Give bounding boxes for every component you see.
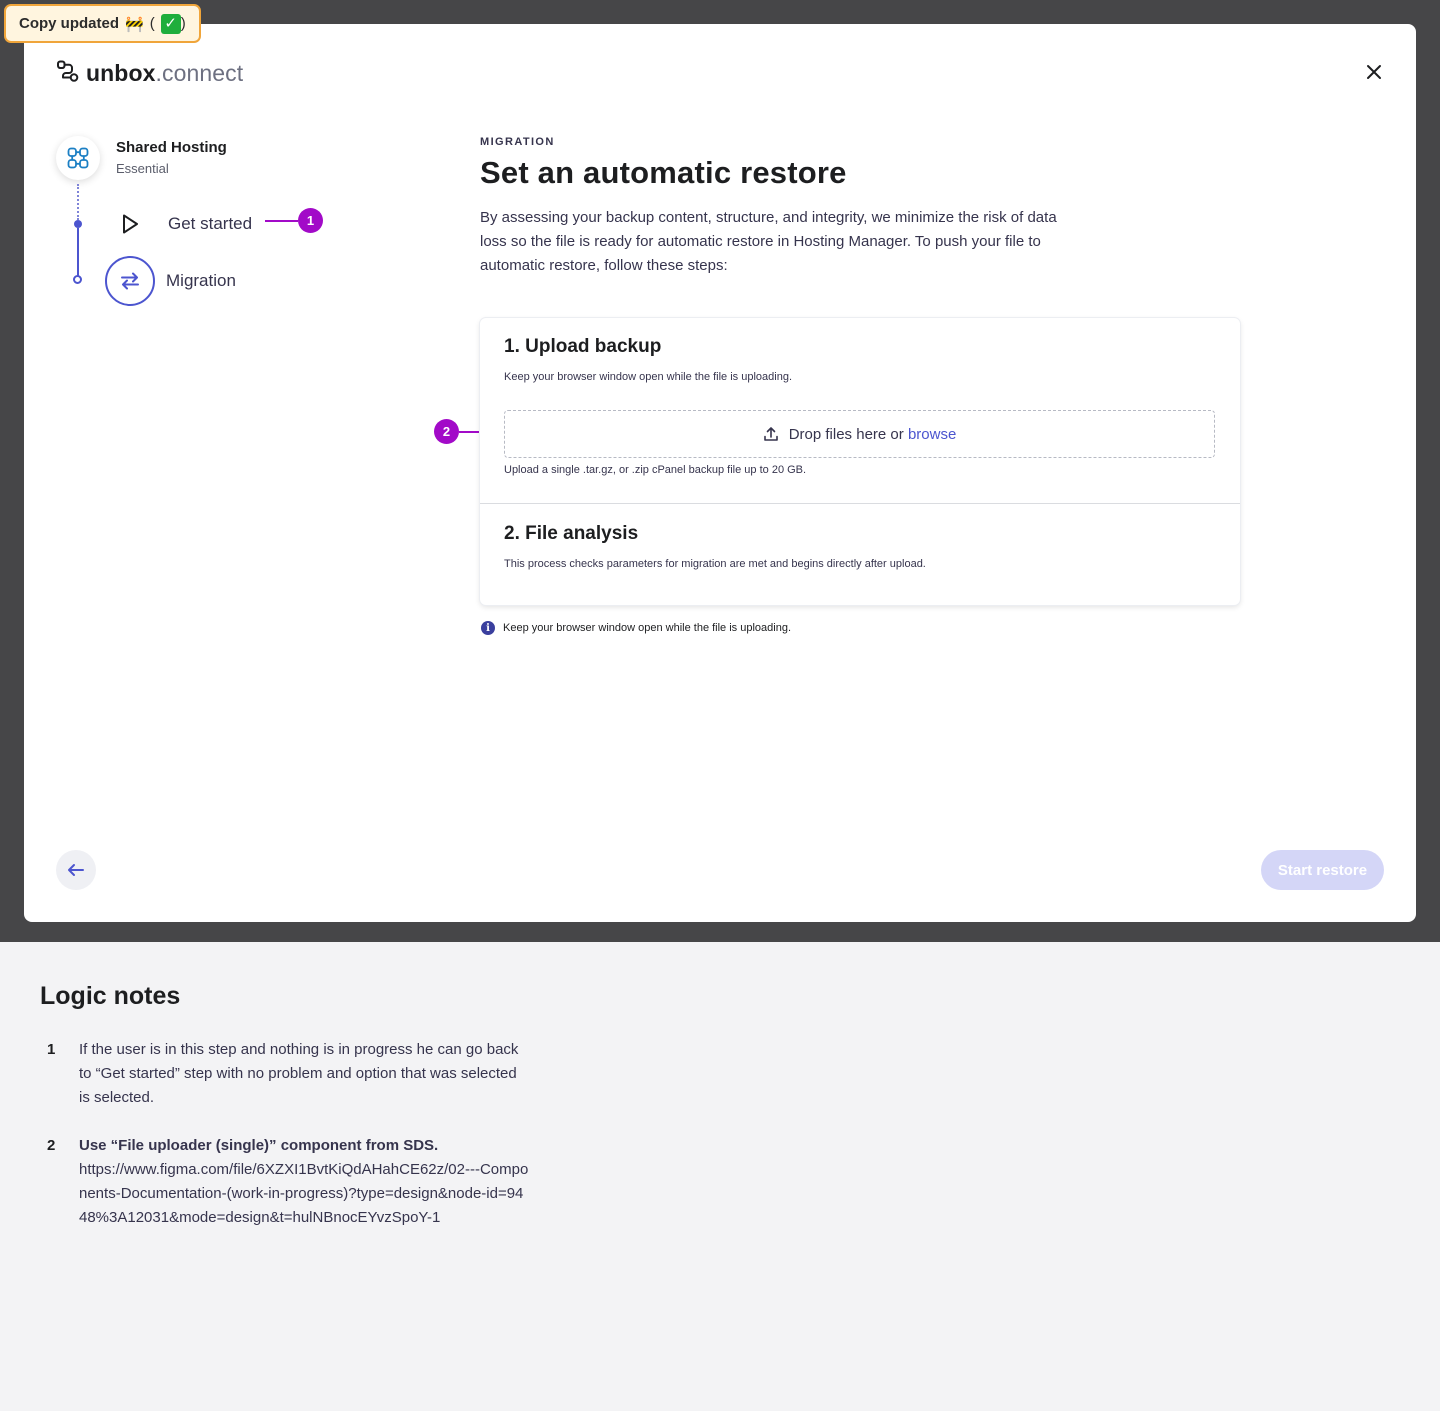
step-get-started-label: Get started <box>168 214 253 233</box>
info-text: Keep your browser window open while the … <box>503 622 792 634</box>
annotation-number: 1 <box>298 208 323 233</box>
info-message: i Keep your browser window open while th… <box>481 621 791 635</box>
play-icon <box>116 210 144 238</box>
stepper-connector <box>77 228 79 276</box>
upload-subtitle: Keep your browser window open while the … <box>504 371 793 383</box>
note-item: 2 Use “File uploader (single)” component… <box>40 1134 529 1230</box>
browse-link[interactable]: browse <box>908 426 956 443</box>
logo-icon <box>56 59 80 88</box>
logic-notes-title: Logic notes <box>40 982 181 1010</box>
step-migration-label: Migration <box>166 271 236 290</box>
step-get-started[interactable]: Get started <box>116 208 252 240</box>
logo-text: unbox.connect <box>86 60 244 86</box>
close-button[interactable] <box>1362 60 1386 84</box>
drop-text: Drop files here or <box>788 425 904 443</box>
info-icon: i <box>481 621 495 635</box>
figma-link[interactable]: https://www.figma.com/file/6XZXI1BvtKiQd… <box>79 1158 529 1230</box>
page-title: Set an automatic restore <box>480 155 847 190</box>
note-text: Use “File uploader (single)” component f… <box>79 1134 529 1230</box>
product-name: Shared Hosting <box>116 139 227 156</box>
analysis-title: 2. File analysis <box>504 523 639 544</box>
page-description: By assessing your backup content, struct… <box>480 209 1057 274</box>
copy-status-badge: Copy updated 🚧 ( ✓) <box>4 4 201 43</box>
note-heading: Use “File uploader (single)” component f… <box>79 1137 439 1154</box>
note-text: If the user is in this step and nothing … <box>79 1041 519 1106</box>
section-kicker: MIGRATION <box>480 136 555 148</box>
upload-icon <box>763 427 778 441</box>
upload-hint: Upload a single .tar.gz, or .zip cPanel … <box>504 464 807 476</box>
analysis-subtitle: This process checks parameters for migra… <box>504 558 926 570</box>
annotation-line <box>265 219 298 222</box>
badge-open-paren: ( <box>149 15 155 32</box>
construction-icon: 🚧 <box>125 15 144 33</box>
upload-title: 1. Upload backup <box>504 336 662 357</box>
back-button[interactable] <box>56 850 96 890</box>
stepper-connector-dotted <box>77 184 79 220</box>
start-restore-button[interactable]: Start restore <box>1261 850 1384 890</box>
stepper-dot-completed <box>74 220 82 228</box>
step-migration[interactable]: Migration <box>105 256 236 306</box>
note-number: 2 <box>47 1137 56 1154</box>
product-plan: Essential <box>116 161 169 176</box>
file-dropzone[interactable]: Drop files here or browse <box>504 410 1215 458</box>
logo: unbox.connect <box>56 59 243 88</box>
annotation-number: 2 <box>434 419 459 444</box>
note-number: 1 <box>47 1041 56 1058</box>
stepper-dot-current <box>73 275 82 284</box>
badge-close-paren: ) <box>180 15 186 32</box>
arrow-left-icon <box>68 864 84 876</box>
steps-card: 1. Upload backup Keep your browser windo… <box>480 318 1240 605</box>
check-mark-icon: ✓ <box>160 13 181 34</box>
badge-label: Copy updated <box>19 15 119 32</box>
hosting-icon <box>67 147 89 169</box>
close-icon <box>1367 65 1381 79</box>
annotation-marker-1: 1 <box>265 208 323 233</box>
swap-arrows-icon <box>105 256 155 306</box>
restore-modal: unbox.connect Shared Hosting Essential G… <box>24 24 1416 922</box>
note-item: 1 If the user is in this step and nothin… <box>40 1038 529 1110</box>
upload-section: 1. Upload backup Keep your browser windo… <box>480 318 1240 504</box>
product-avatar <box>56 136 100 180</box>
